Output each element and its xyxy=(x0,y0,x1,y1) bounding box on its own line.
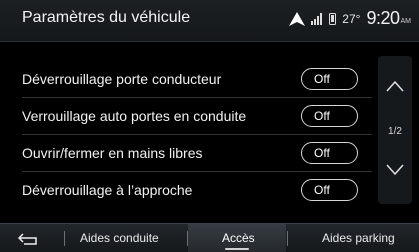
divider xyxy=(22,97,372,98)
scroll-down-button[interactable] xyxy=(378,150,412,190)
signal-icon xyxy=(311,12,323,25)
divider xyxy=(22,134,372,135)
approach-unlock-toggle[interactable]: Off xyxy=(301,178,358,201)
setting-row-driver-door-unlock[interactable]: Déverrouillage porte conducteur Off xyxy=(22,62,372,95)
status-area: 27° 9:20 AM xyxy=(289,8,411,29)
navigation-arrow-icon xyxy=(289,11,306,26)
tab-aides-conduite[interactable]: Aides conduite xyxy=(80,231,159,245)
active-tab-underline xyxy=(225,248,249,250)
tab-aides-parking[interactable]: Aides parking xyxy=(322,231,395,245)
tab-separator xyxy=(187,231,188,246)
back-button[interactable] xyxy=(18,230,48,248)
tab-separator xyxy=(287,231,288,246)
page-title: Paramètres du véhicule xyxy=(22,9,191,26)
setting-row-handsfree[interactable]: Ouvrir/fermer en mains libres Off xyxy=(22,136,372,169)
top-bar: Paramètres du véhicule 27° 9:20 AM xyxy=(0,0,419,42)
setting-row-approach-unlock[interactable]: Déverrouillage à l’approche Off xyxy=(22,173,372,206)
clock: 9:20 xyxy=(366,8,400,28)
chevron-down-icon xyxy=(386,164,404,176)
auto-lock-driving-toggle[interactable]: Off xyxy=(301,104,358,127)
driver-door-unlock-toggle[interactable]: Off xyxy=(301,67,358,90)
page-scroller: 1/2 xyxy=(378,56,412,204)
chevron-up-icon xyxy=(386,80,404,92)
tab-bar: Aides conduite Accès Aides parking xyxy=(0,223,419,252)
back-arrow-icon xyxy=(18,233,37,245)
setting-row-auto-lock-driving[interactable]: Verrouillage auto portes en conduite Off xyxy=(22,99,372,132)
page-indicator: 1/2 xyxy=(388,126,402,137)
divider xyxy=(22,171,372,172)
settings-list: Déverrouillage porte conducteur Off Verr… xyxy=(0,42,378,218)
clock-ampm: AM xyxy=(400,18,412,25)
temperature: 27° xyxy=(342,11,361,26)
scroll-up-button[interactable] xyxy=(378,66,412,106)
tab-acces[interactable]: Accès xyxy=(222,231,255,245)
handsfree-toggle[interactable]: Off xyxy=(301,141,358,164)
phone-icon xyxy=(329,12,337,25)
tab-separator xyxy=(64,231,65,246)
